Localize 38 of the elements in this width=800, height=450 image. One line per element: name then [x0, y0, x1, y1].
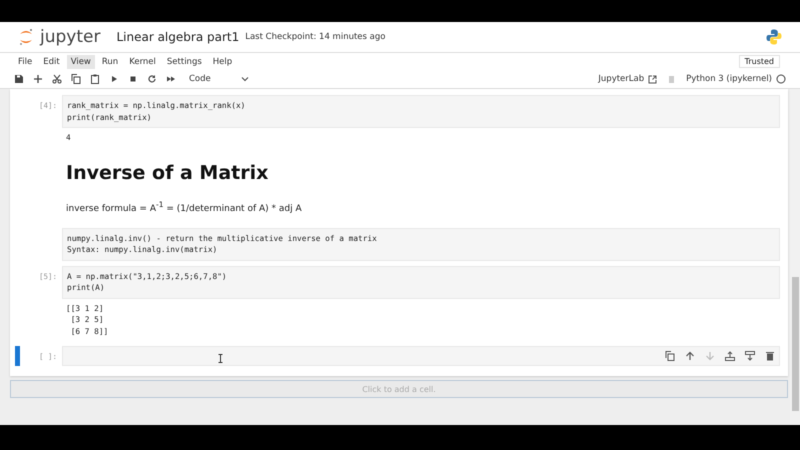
notebook-title[interactable]: Linear algebra part1 [116, 30, 240, 44]
scrollbar-thumb[interactable] [792, 277, 799, 411]
menu-item[interactable]: View [66, 54, 95, 68]
cut-icon[interactable] [52, 74, 62, 84]
python-logo-icon [766, 29, 782, 45]
menu-item[interactable]: Run [98, 54, 122, 68]
jupyterlab-link[interactable]: JupyterLab [598, 74, 644, 84]
fast-forward-icon[interactable] [166, 74, 176, 84]
menu-item[interactable]: Settings [162, 54, 206, 68]
menu-item[interactable]: Edit [39, 54, 64, 68]
run-icon[interactable] [109, 74, 119, 84]
caret-icon [240, 76, 249, 82]
save-icon[interactable] [14, 74, 24, 84]
copy-icon[interactable] [71, 74, 81, 84]
add-icon[interactable] [33, 74, 43, 84]
menu-item[interactable]: Help [208, 54, 236, 68]
separator-icon [669, 76, 674, 82]
text-cursor-icon [218, 354, 223, 363]
logo-text: jupyter [40, 27, 100, 47]
insert-above-icon[interactable] [725, 351, 735, 361]
delete-icon[interactable] [765, 351, 775, 361]
external-link-icon[interactable] [648, 74, 658, 84]
insert-below-icon[interactable] [745, 351, 755, 361]
menu-item[interactable]: Kernel [125, 54, 160, 68]
jupyter-logo-icon [18, 28, 34, 46]
restart-icon[interactable] [147, 74, 157, 84]
cell-type-dropdown[interactable]: Code [185, 73, 253, 85]
code-cell-input[interactable] [62, 346, 780, 366]
paste-icon[interactable] [90, 74, 100, 84]
menu-item[interactable]: File [14, 54, 36, 68]
markdown-heading: Inverse of a Matrix [66, 160, 270, 186]
markdown-paragraph: inverse formula = A$^{-1}$ = (1/determinant of A) * adj A [66, 198, 303, 216]
checkpoint-text: Last Checkpoint: 14 minutes ago [245, 32, 386, 42]
duplicate-icon[interactable] [665, 351, 675, 361]
up-arrow-icon[interactable] [685, 351, 695, 361]
trusted-indicator[interactable]: Trusted [738, 55, 780, 68]
stop-icon[interactable] [128, 74, 138, 84]
kernel-name[interactable]: Python 3 (ipykernel) [686, 74, 772, 84]
